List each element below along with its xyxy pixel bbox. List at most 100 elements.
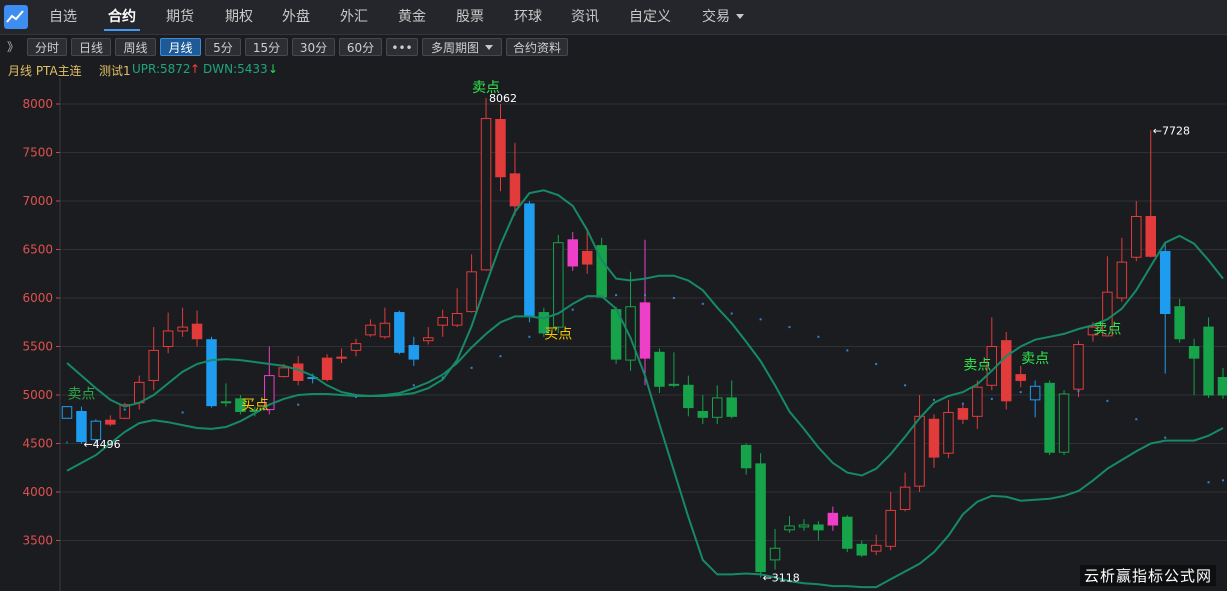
candle-body [943, 411, 954, 454]
period-button-timeshare[interactable]: 分时 [27, 38, 67, 56]
candle-body [1116, 261, 1128, 299]
nav-item-trade[interactable]: 交易 [702, 0, 744, 34]
candle-body [870, 544, 882, 552]
signal-dot [123, 408, 126, 411]
nav-item-news[interactable]: 资讯 [571, 0, 599, 34]
candle-body [972, 386, 983, 417]
period-button-60min[interactable]: 60分 [339, 38, 382, 56]
period-button-15min[interactable]: 15分 [245, 38, 288, 56]
candle-body [278, 367, 289, 378]
candle-body [755, 463, 766, 573]
candle-body [581, 250, 593, 265]
signal-dot [759, 318, 762, 321]
candle-body [191, 323, 203, 340]
chart-annotation: 买点 [241, 397, 269, 413]
candle-body [726, 397, 737, 417]
chart-annotation: 卖点 [1093, 322, 1121, 338]
y-tick-label: 7000 [22, 194, 53, 208]
up-arrow-icon: ↑ [190, 62, 201, 76]
candle-body [899, 486, 911, 510]
candle-body [365, 324, 376, 336]
period-button-monthly[interactable]: 月线 [160, 38, 201, 56]
period-button-30min[interactable]: 30分 [292, 38, 335, 56]
expand-panel-icon[interactable]: 》 [7, 38, 19, 55]
upr-value: UPR:5872 [132, 62, 191, 76]
candle-body [134, 381, 145, 404]
candle-body [654, 351, 665, 387]
indicator-info-line: 月线 PTA主连 测试1 UPR:5872 ↑ DWN:5433 ↓ [0, 60, 1227, 78]
multi-period-dropdown[interactable]: 多周期图 [422, 38, 502, 56]
signal-dot [1207, 481, 1210, 484]
candle-body [1015, 374, 1026, 381]
down-arrow-icon: ↓ [268, 62, 279, 76]
chart-annotation: ←7728 [1153, 124, 1190, 137]
y-tick-label: 4000 [22, 485, 53, 499]
signal-dot [1019, 391, 1022, 394]
app-logo-icon[interactable] [4, 5, 28, 29]
candle-body [1145, 216, 1156, 257]
y-tick-label: 7500 [22, 146, 53, 160]
signal-dot [875, 362, 878, 365]
contract-info-button[interactable]: 合约资料 [506, 38, 568, 56]
top-navigation: 自选 合约 期货 期权 外盘 外汇 黄金 股票 环球 资讯 自定义 交易 [0, 0, 1227, 35]
nav-item-futures[interactable]: 期货 [166, 0, 194, 34]
signal-dot [181, 411, 184, 414]
candle-body [842, 516, 853, 549]
candle-body [914, 415, 925, 487]
candle-body [423, 337, 434, 342]
chart-annotation: 卖点 [963, 358, 991, 374]
signal-dot [788, 326, 791, 329]
candle-body [480, 118, 492, 271]
candle-body [1217, 377, 1227, 396]
y-tick-label: 6500 [22, 243, 53, 257]
candle-body [827, 512, 839, 526]
candle-body [206, 339, 217, 407]
nav-item-global[interactable]: 环球 [514, 0, 542, 34]
candle-body [639, 302, 651, 359]
candle-body [1159, 250, 1171, 315]
candle-body [350, 343, 362, 351]
kline-chart[interactable]: 8000 7500 7000 6500 6000 5500 5000 4500 4000 3500… [0, 78, 1227, 591]
candle-body [379, 322, 391, 338]
nav-item-stocks[interactable]: 股票 [456, 0, 484, 34]
signal-dot [990, 397, 993, 400]
nav-item-overseas[interactable]: 外盘 [282, 0, 310, 34]
candle-body [798, 524, 810, 528]
candle-body [1058, 393, 1070, 453]
nav-item-gold[interactable]: 黄金 [398, 0, 426, 34]
candle-body [177, 326, 188, 332]
period-button-daily[interactable]: 日线 [71, 38, 111, 56]
nav-item-favorites[interactable]: 自选 [49, 0, 77, 34]
candle-body [61, 406, 73, 419]
multi-period-label: 多周期图 [430, 41, 479, 55]
more-options-button[interactable]: ••• [386, 38, 418, 56]
trade-label: 交易 [702, 9, 730, 25]
candle-body [813, 524, 824, 531]
signal-dot [846, 349, 849, 352]
signal-dot [1077, 390, 1080, 393]
candle-body [336, 356, 347, 359]
chart-annotation: 8062 [489, 92, 517, 105]
y-tick-label: 3500 [22, 534, 53, 548]
signal-dot [672, 297, 675, 299]
signal-dot [441, 376, 444, 379]
candle-body [437, 316, 448, 326]
candle-body [321, 357, 333, 380]
active-nav-indicator [104, 29, 140, 31]
candle-body [1001, 340, 1012, 402]
candle-body [1029, 385, 1041, 401]
period-button-5min[interactable]: 5分 [205, 38, 241, 56]
nav-item-custom[interactable]: 自定义 [629, 0, 671, 34]
nav-item-options[interactable]: 期权 [225, 0, 253, 34]
period-button-weekly[interactable]: 周线 [115, 38, 156, 56]
period-toolbar: 》 分时 日线 周线 月线 5分 15分 30分 60分 ••• 多周期图 合约… [0, 35, 1227, 59]
nav-item-forex[interactable]: 外汇 [340, 0, 368, 34]
signal-dot [1164, 436, 1167, 439]
chart-annotation: 卖点 [67, 387, 95, 403]
dwn-value: DWN:5433 [203, 62, 268, 76]
signal-dot [701, 302, 704, 305]
y-tick-label: 4500 [22, 437, 53, 451]
chevron-down-icon [485, 45, 493, 50]
signal-dot [615, 294, 618, 297]
candle-body [1203, 326, 1214, 396]
